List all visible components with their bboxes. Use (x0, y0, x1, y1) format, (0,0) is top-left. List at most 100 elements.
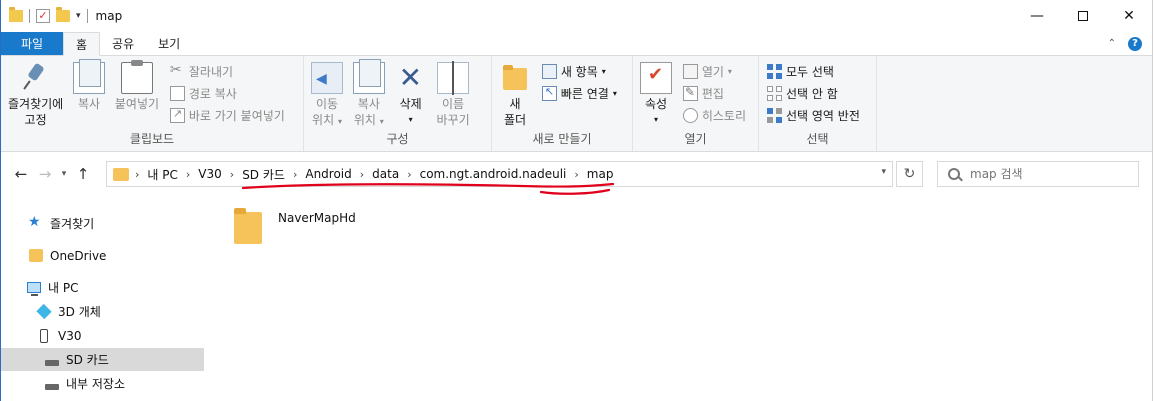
tab-share[interactable]: 공유 (100, 32, 146, 55)
tab-file[interactable]: 파일 (1, 32, 63, 55)
copy-to-button[interactable]: 복사 위치 ▾ (350, 59, 388, 130)
forward-button[interactable]: → (33, 162, 57, 186)
navigation-pane: 즐겨찾기 OneDrive 내 PC 3D 개체 V30 SD 카드 내부 저장… (1, 196, 205, 401)
easy-access-button[interactable]: 빠른 연결 ▾ (541, 84, 617, 103)
nav-item-label: 내 PC (48, 281, 79, 295)
breadcrumb-android[interactable]: Android (305, 167, 351, 181)
nav-item-this-pc[interactable]: 내 PC (1, 276, 204, 299)
customize-toolbar-chevron-icon[interactable]: ▾ (76, 11, 81, 21)
select-group: 모두 선택 선택 안 함 선택 영역 반전 선택 (759, 56, 877, 151)
nav-item-v30[interactable]: V30 (1, 324, 204, 347)
select-all-button[interactable]: 모두 선택 (767, 62, 860, 81)
breadcrumb-map[interactable]: map (587, 167, 614, 181)
new-folder-quick-icon[interactable] (56, 7, 70, 22)
breadcrumb-chevron-icon[interactable]: › (293, 168, 297, 181)
rename-button[interactable]: 이름 바꾸기 (433, 61, 472, 128)
invert-selection-button[interactable]: 선택 영역 반전 (767, 106, 860, 125)
breadcrumb-app-package[interactable]: com.ngt.android.nadeuli (420, 167, 567, 181)
new-folder-button[interactable]: 새 폴더 (496, 62, 534, 128)
breadcrumb-chevron-icon[interactable]: › (360, 168, 364, 181)
properties-check-icon[interactable]: ✓ (36, 9, 50, 23)
list-item[interactable]: NaverMapHd (232, 208, 356, 244)
clipboard-icon (120, 60, 153, 94)
tab-home[interactable]: 홈 (63, 32, 101, 56)
address-history-chevron-icon[interactable]: ▾ (881, 167, 886, 177)
history-button[interactable]: 히스토리 (682, 106, 746, 125)
breadcrumb-chevron-icon[interactable]: › (135, 168, 139, 181)
paste-label: 붙여넣기 (114, 97, 160, 111)
paste-button[interactable]: 붙여넣기 (112, 60, 162, 112)
move-to-button[interactable]: 이동 위치 ▾ (308, 62, 346, 130)
pin-to-quick-access-button[interactable]: 즐겨찾기에 고정 (5, 62, 66, 128)
properties-button[interactable]: 속성 ▾ (637, 62, 675, 128)
nav-item-label: SD 카드 (66, 353, 109, 367)
breadcrumb-this-pc[interactable]: 내 PC (147, 166, 177, 183)
file-explorer-window: ✓ ▾ map — ✕ 파일 홈 공유 보기 ⌃ ? 즐겨찾기에 고정 복사 붙… (0, 0, 1153, 401)
nav-item-label: OneDrive (50, 248, 107, 263)
nav-item-internal-storage[interactable]: 내부 저장소 (1, 372, 204, 395)
pin-icon (20, 62, 52, 94)
new-small-actions: 새 항목 ▾ 빠른 연결 ▾ (538, 62, 617, 103)
nav-item-sd-card[interactable]: SD 카드 (1, 348, 204, 371)
open-icon (682, 64, 698, 79)
breadcrumb-chevron-icon[interactable]: › (407, 168, 411, 181)
select-none-label: 선택 안 함 (786, 87, 838, 101)
phone-icon (40, 328, 48, 343)
copy-to-label: 복사 (357, 97, 380, 111)
paste-shortcut-button[interactable]: 바로 가기 붙여넣기 (169, 106, 285, 125)
up-button[interactable]: ↑ (71, 162, 95, 186)
close-button[interactable]: ✕ (1106, 0, 1152, 32)
select-actions: 모두 선택 선택 안 함 선택 영역 반전 (763, 62, 860, 125)
select-none-button[interactable]: 선택 안 함 (767, 84, 860, 103)
edit-button[interactable]: 편집 (682, 84, 746, 103)
select-all-label: 모두 선택 (786, 65, 834, 79)
nav-item-onedrive[interactable]: OneDrive (1, 244, 204, 267)
breadcrumb-chevron-icon[interactable]: › (186, 168, 190, 181)
new-folder-label-2: 폴더 (503, 113, 527, 127)
nav-item-quick-access[interactable]: 즐겨찾기 (1, 212, 204, 235)
recent-locations-chevron-icon[interactable]: ▾ (57, 162, 71, 186)
breadcrumb-chevron-icon[interactable]: › (574, 168, 578, 181)
copy-button[interactable]: 복사 (70, 59, 108, 112)
paste-shortcut-label: 바로 가기 붙여넣기 (188, 109, 285, 123)
nav-item-3d-objects[interactable]: 3D 개체 (1, 300, 204, 323)
invert-selection-icon (767, 108, 782, 123)
refresh-button[interactable]: ↻ (896, 161, 923, 187)
address-bar[interactable]: › 내 PC › V30 › SD 카드 › Android › data › … (106, 161, 893, 187)
drive-icon (45, 359, 59, 366)
cut-button[interactable]: 잘라내기 (170, 62, 285, 81)
nav-item-label: 즐겨찾기 (50, 217, 95, 231)
search-input[interactable] (970, 167, 1120, 181)
help-icon[interactable]: ? (1128, 36, 1142, 51)
tab-view[interactable]: 보기 (146, 32, 192, 55)
back-button[interactable]: ← (9, 162, 33, 186)
breadcrumb-data[interactable]: data (372, 167, 399, 181)
nav-item-label: 3D 개체 (58, 305, 101, 319)
breadcrumb-sd-card[interactable]: SD 카드 (242, 166, 285, 183)
properties-icon (640, 62, 672, 94)
move-to-icon (311, 62, 343, 94)
maximize-button[interactable] (1060, 0, 1106, 32)
search-box[interactable] (937, 161, 1139, 187)
copy-path-button[interactable]: 경로 복사 (169, 84, 285, 103)
copy-path-icon (169, 86, 185, 101)
title-bar: ✓ ▾ map — ✕ (1, 0, 1152, 32)
star-icon (28, 214, 43, 230)
copy-icon (73, 59, 106, 94)
breadcrumb-v30[interactable]: V30 (198, 167, 221, 181)
new-item-chevron-icon: ▾ (601, 67, 606, 76)
folder-icon (29, 249, 43, 262)
rename-label: 이름 (442, 97, 465, 111)
properties-chevron-icon: ▾ (653, 115, 658, 124)
collapse-ribbon-chevron-icon[interactable]: ⌃ (1108, 38, 1116, 49)
paste-shortcut-icon (169, 107, 185, 123)
delete-button[interactable]: 삭제 ▾ (392, 62, 430, 128)
breadcrumb-chevron-icon[interactable]: › (230, 168, 234, 181)
minimize-button[interactable]: — (1014, 0, 1060, 32)
select-all-icon (767, 64, 782, 79)
invert-selection-label: 선택 영역 반전 (786, 109, 860, 123)
new-item-button[interactable]: 새 항목 ▾ (541, 62, 617, 81)
toolbar-divider (86, 9, 88, 23)
open-button[interactable]: 열기 ▾ (682, 62, 746, 81)
file-name: NaverMapHd (278, 211, 356, 225)
